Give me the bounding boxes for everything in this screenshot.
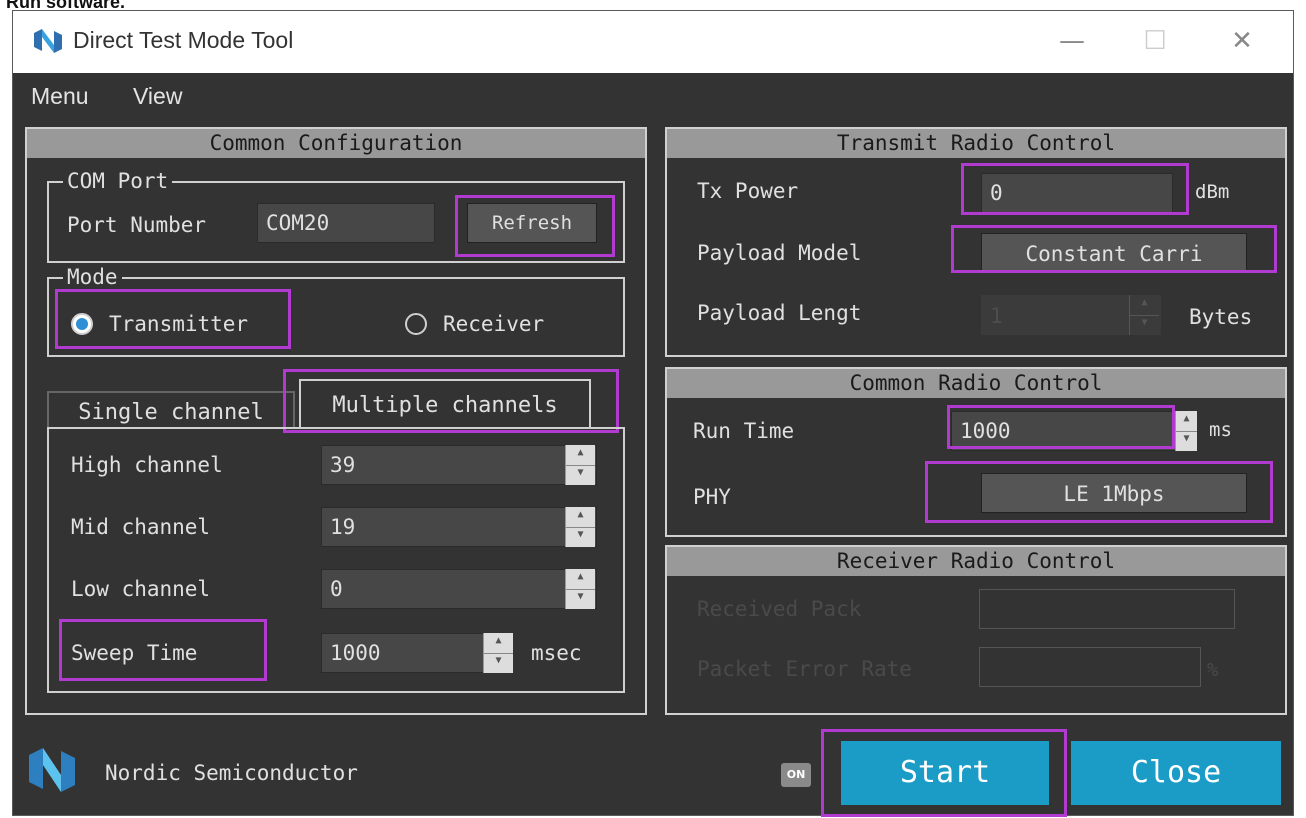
common-radio-panel: Common Radio Control Run Time 1000 ▲ ▼ ms… [665, 367, 1287, 537]
mode-group-title: Mode [63, 266, 122, 288]
stepper-down-icon[interactable]: ▼ [484, 653, 513, 673]
stepper-up-icon[interactable]: ▲ [1176, 411, 1197, 432]
nordic-logo-icon [29, 748, 75, 792]
common-configuration-panel: Common Configuration COM Port Port Numbe… [25, 127, 647, 715]
close-button[interactable]: Close [1071, 741, 1281, 805]
tx-power-unit: dBm [1195, 181, 1230, 203]
refresh-highlight [455, 195, 615, 257]
run-time-highlight [947, 405, 1175, 449]
receiver-label: Receiver [443, 312, 545, 336]
mid-channel-input[interactable]: 19 [321, 507, 597, 547]
port-number-field[interactable]: COM20 [257, 203, 435, 243]
mid-channel-stepper[interactable]: ▲ ▼ [565, 507, 595, 547]
minimize-button[interactable]: — [1049, 23, 1095, 59]
menu-menu[interactable]: Menu [31, 83, 89, 110]
sweep-time-stepper[interactable]: ▲ ▼ [483, 633, 513, 673]
packet-error-rate-label: Packet Error Rate [697, 657, 912, 681]
sweep-time-highlight [59, 619, 267, 681]
received-pack-label: Received Pack [697, 597, 862, 621]
tab-single-channel[interactable]: Single channel [47, 391, 295, 429]
receiver-radio[interactable] [405, 313, 427, 335]
stepper-up-icon[interactable]: ▲ [484, 633, 513, 654]
on-indicator-icon: ON [781, 763, 811, 787]
run-time-label: Run Time [693, 419, 795, 443]
low-channel-input[interactable]: 0 [321, 569, 597, 609]
maximize-button[interactable]: ☐ [1132, 23, 1178, 59]
payload-length-label: Payload Lengt [697, 301, 862, 325]
tx-power-highlight [961, 163, 1189, 215]
low-channel-label: Low channel [71, 577, 211, 601]
packet-error-rate-unit: % [1207, 659, 1219, 681]
transmit-radio-header: Transmit Radio Control [667, 129, 1285, 158]
common-radio-header: Common Radio Control [667, 369, 1285, 398]
packet-error-rate-field [979, 647, 1201, 687]
low-channel-stepper[interactable]: ▲ ▼ [565, 569, 595, 609]
com-port-group-title: COM Port [63, 170, 173, 192]
port-number-label: Port Number [67, 213, 207, 237]
tx-power-label: Tx Power [697, 179, 799, 203]
stepper-down-icon[interactable]: ▼ [1176, 431, 1197, 451]
brand-name: Nordic Semiconductor [105, 761, 358, 785]
stepper-down-icon[interactable]: ▼ [566, 527, 595, 547]
stepper-up-icon[interactable]: ▲ [1130, 295, 1159, 316]
stepper-up-icon[interactable]: ▲ [566, 569, 595, 590]
com-port-group: COM Port Port Number COM20 Refresh [47, 170, 625, 263]
multiple-channels-pane: High channel 39 ▲ ▼ Mid channel 19 ▲ ▼ Low… [47, 427, 625, 693]
high-channel-stepper[interactable]: ▲ ▼ [565, 445, 595, 485]
receiver-radio-header: Receiver Radio Control [667, 547, 1285, 576]
close-window-button[interactable]: ✕ [1219, 23, 1265, 59]
stepper-down-icon[interactable]: ▼ [566, 465, 595, 485]
multiple-channels-highlight [283, 369, 619, 433]
common-configuration-header: Common Configuration [27, 129, 645, 158]
mid-channel-label: Mid channel [71, 515, 211, 539]
run-time-unit: ms [1209, 419, 1232, 441]
phy-highlight [925, 461, 1273, 523]
sweep-time-unit: msec [531, 641, 582, 665]
payload-length-stepper[interactable]: ▲ ▼ [1129, 295, 1159, 335]
stepper-down-icon[interactable]: ▼ [1130, 315, 1159, 335]
high-channel-label: High channel [71, 453, 223, 477]
high-channel-input[interactable]: 39 [321, 445, 597, 485]
stepper-up-icon[interactable]: ▲ [566, 507, 595, 528]
payload-length-unit: Bytes [1189, 305, 1253, 329]
title-bar: Direct Test Mode Tool — ☐ ✕ [13, 11, 1293, 73]
window-title: Direct Test Mode Tool [73, 27, 294, 53]
receiver-radio-panel: Receiver Radio Control Received Pack Pac… [665, 545, 1287, 715]
payload-model-label: Payload Model [697, 241, 862, 265]
nordic-logo-icon [34, 29, 62, 53]
start-highlight [821, 729, 1067, 817]
transmit-radio-panel: Transmit Radio Control Tx Power 0 dBm Pa… [665, 127, 1287, 357]
app-window: Direct Test Mode Tool — ☐ ✕ Menu View Co… [12, 10, 1294, 817]
transmitter-highlight [55, 289, 291, 349]
run-time-stepper[interactable]: ▲ ▼ [1175, 411, 1197, 451]
received-pack-field [979, 589, 1235, 629]
phy-label: PHY [693, 485, 731, 509]
mode-group: Mode Transmitter Receiver [47, 266, 625, 357]
stepper-up-icon[interactable]: ▲ [566, 445, 595, 466]
payload-model-highlight [951, 225, 1277, 273]
menu-view[interactable]: View [133, 83, 182, 110]
stepper-down-icon[interactable]: ▼ [566, 589, 595, 609]
